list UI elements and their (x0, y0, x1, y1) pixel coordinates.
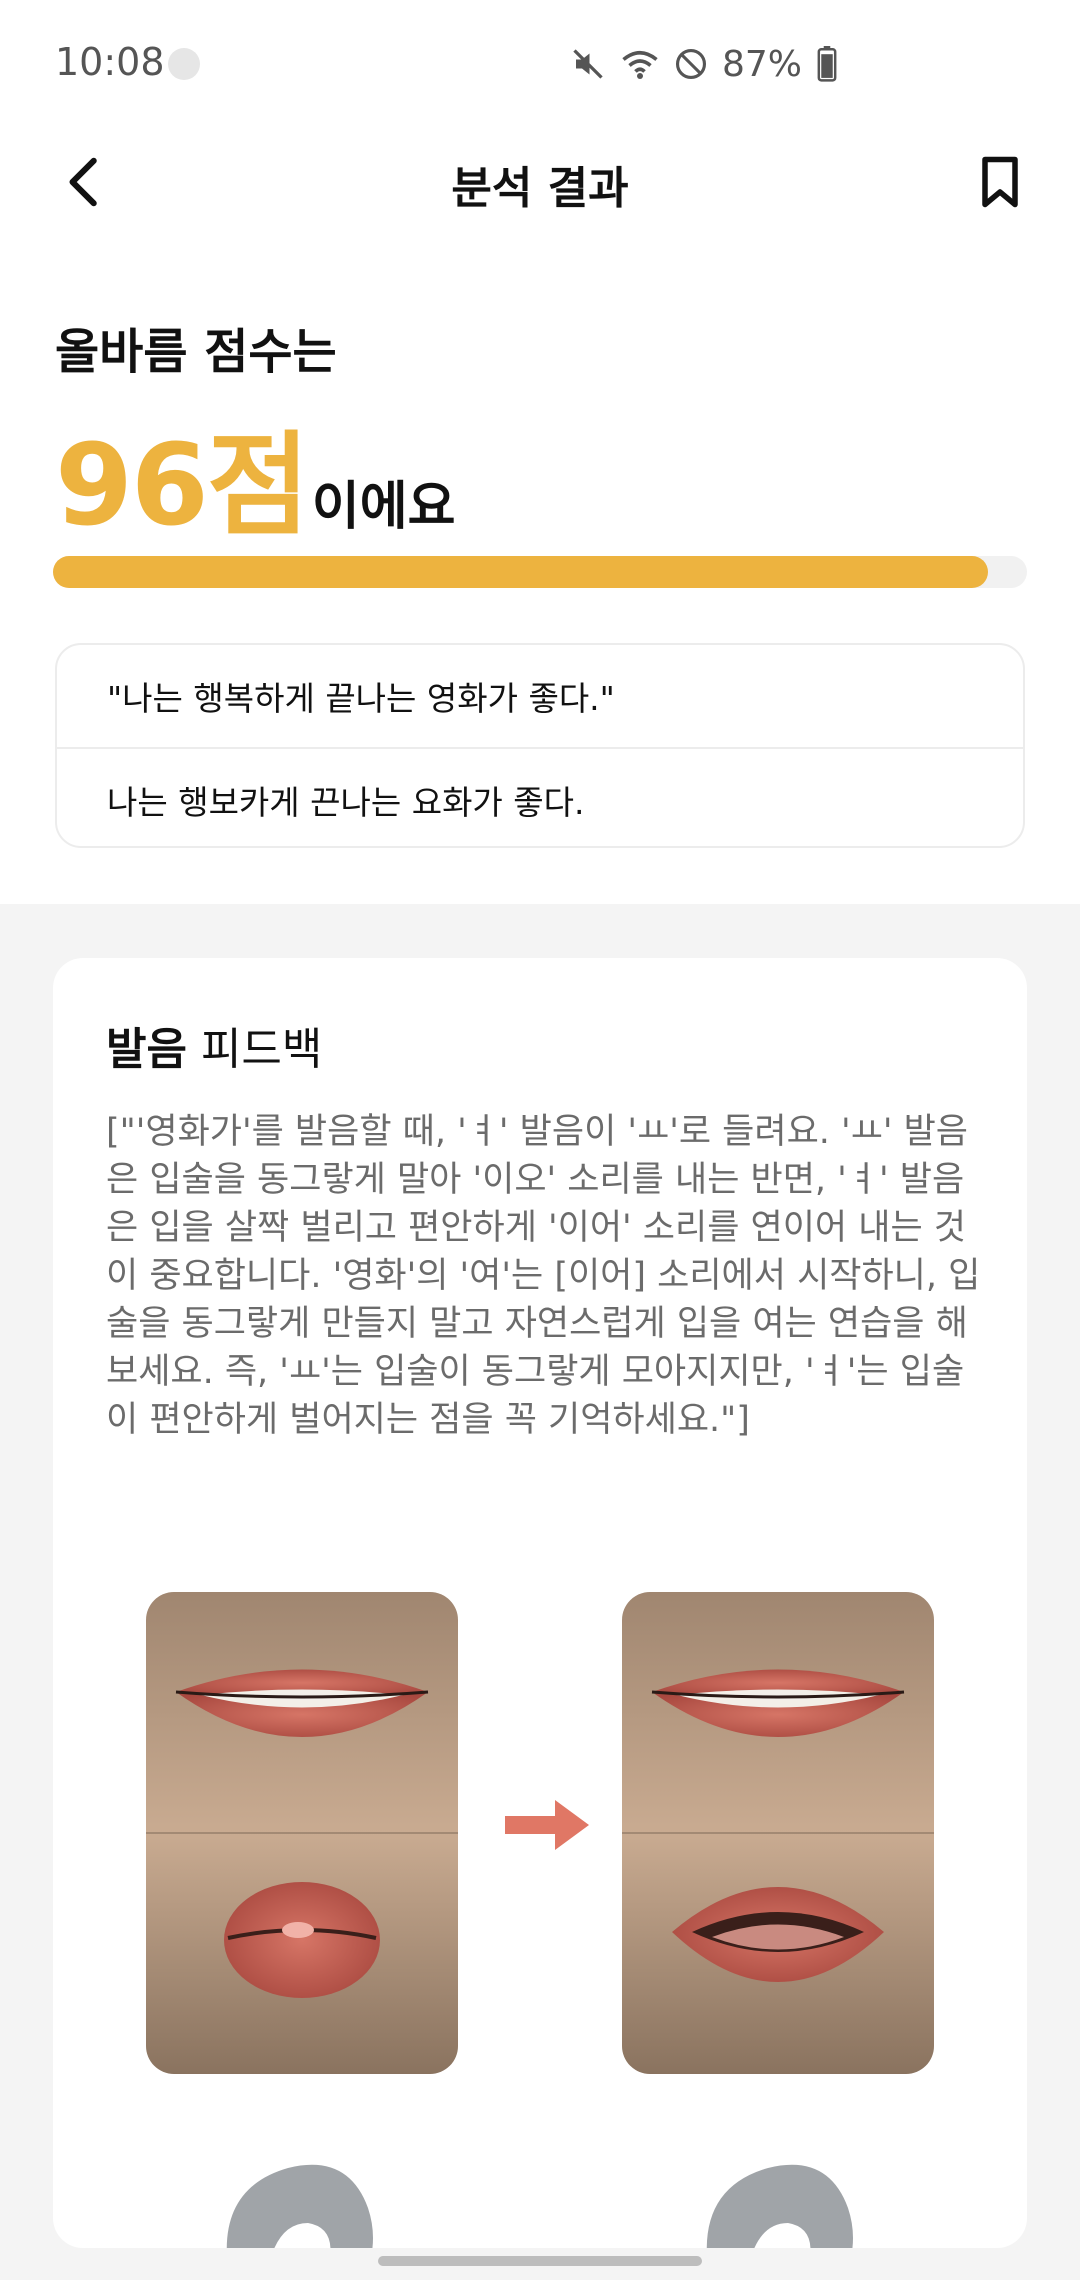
notification-dot-icon (168, 48, 200, 80)
bookmark-button[interactable] (970, 152, 1030, 212)
sentence-card: "나는 행복하게 끝나는 영화가 좋다." 나는 행보카게 끈나는 요화가 좋다… (55, 643, 1025, 848)
wifi-icon (622, 50, 658, 79)
score-caption: 올바름 점수는 (55, 324, 337, 380)
status-icons: 87% (570, 40, 838, 88)
score-row: 96점 이에요 (55, 395, 455, 557)
feedback-title-bold: 발음 (106, 1024, 187, 1075)
status-bar: 10:08 87% (0, 0, 1080, 130)
profile-illustration-after (688, 2148, 888, 2248)
mouth-illustration-after (622, 1592, 934, 2074)
target-sentence: "나는 행복하게 끝나는 영화가 좋다." (107, 679, 615, 718)
mouth-illustration-before (146, 1592, 458, 2074)
arrow-right-icon (505, 1800, 589, 1850)
gesture-nav-handle[interactable] (378, 2256, 702, 2266)
bookmark-icon (982, 156, 1018, 208)
score-progress-bar (53, 556, 1027, 588)
score-value: 96점 (55, 421, 310, 551)
feedback-card: 발음 피드백 ["'영화가'를 발음할 때, 'ㅕ' 발음이 'ㅛ'로 들려요.… (53, 958, 1027, 2248)
battery-percent: 87% (722, 43, 803, 85)
page-title: 분석 결과 (451, 163, 629, 214)
recognized-sentence: 나는 행보카게 끈나는 요화가 좋다. (57, 747, 1023, 851)
feedback-title-rest: 피드백 (186, 1024, 323, 1075)
app-bar: 분석 결과 (0, 130, 1080, 230)
mute-icon (573, 49, 603, 79)
do-not-disturb-icon (675, 48, 707, 80)
profile-illustration-before (208, 2148, 408, 2248)
feedback-body: ["'영화가'를 발음할 때, 'ㅕ' 발음이 'ㅛ'로 들려요. 'ㅛ' 발음… (106, 1112, 981, 1440)
score-suffix: 이에요 (311, 477, 456, 537)
battery-icon (817, 46, 837, 82)
score-progress-fill (53, 556, 989, 588)
status-time: 10:08 (55, 40, 165, 84)
feedback-title: 발음 피드백 (106, 1013, 322, 1077)
